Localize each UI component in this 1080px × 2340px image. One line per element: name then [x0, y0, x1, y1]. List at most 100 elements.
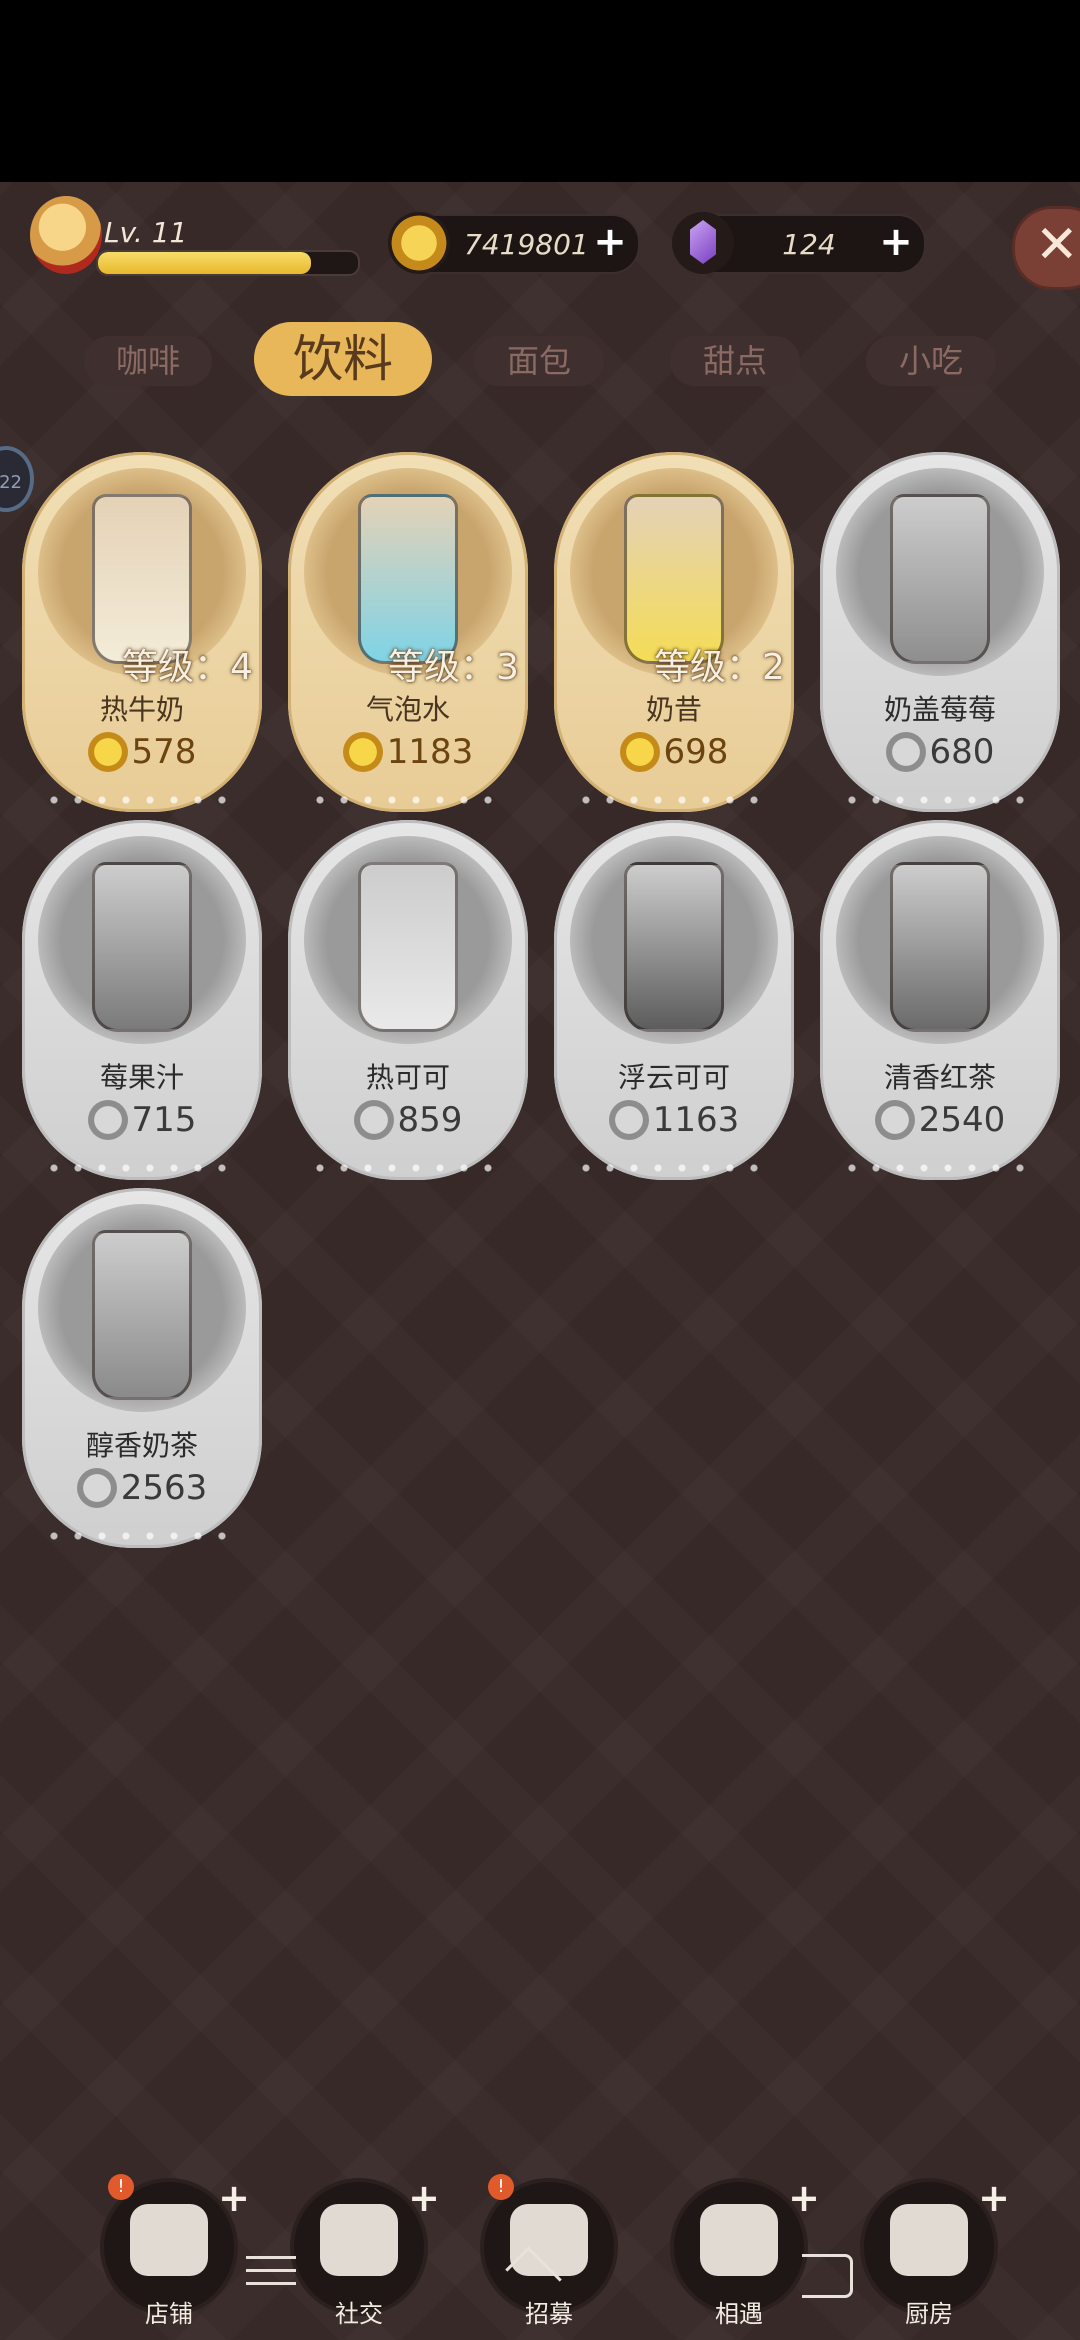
purple-gem-icon — [672, 212, 734, 274]
shop-icon — [130, 2204, 208, 2276]
item-price: 578 — [22, 732, 262, 772]
drink-card[interactable]: 莓果汁 715 — [22, 820, 262, 1180]
drink-icon — [92, 862, 192, 1032]
menu-line — [246, 2282, 296, 2285]
alert-badge: ! — [488, 2174, 514, 2200]
drink-art — [92, 862, 192, 1032]
menu-line — [246, 2256, 296, 2259]
item-level: 等级：3 — [388, 647, 519, 688]
drink-icon — [624, 862, 724, 1032]
nav-plus-icon: + — [788, 2176, 820, 2220]
cat-coin-icon — [608, 1100, 649, 1140]
tab-bread[interactable]: 面包 — [474, 336, 604, 386]
drink-art — [358, 862, 458, 1032]
item-level: 等级：2 — [654, 647, 785, 688]
item-price: 2540 — [820, 1100, 1060, 1140]
nav-label: 店铺 — [145, 2300, 193, 2328]
item-name: 奶盖莓莓 — [883, 693, 996, 726]
item-price: 1163 — [554, 1100, 794, 1140]
cooking-pot-icon — [890, 2204, 968, 2276]
price-value: 2563 — [120, 1468, 208, 1508]
cat-coin-icon — [87, 1100, 128, 1140]
nav-recruit[interactable]: ! 招募 — [480, 2174, 618, 2328]
item-price: 2563 — [22, 1468, 262, 1508]
drink-card[interactable]: 清香红茶 2540 — [820, 820, 1060, 1180]
cat-coin-icon — [353, 1100, 394, 1140]
tab-coffee[interactable]: 咖啡 — [84, 336, 212, 386]
item-price: 715 — [22, 1100, 262, 1140]
add-gems-button[interactable]: + — [876, 222, 916, 262]
coin-counter: 7419801 + — [388, 212, 640, 274]
item-name: 莓果汁 — [99, 1061, 184, 1094]
nav-plus-icon: + — [408, 2176, 440, 2220]
drink-icon — [358, 862, 458, 1032]
nav-shop[interactable]: ! + 店铺 — [100, 2174, 250, 2328]
price-value: 578 — [131, 732, 197, 772]
drink-card[interactable]: 热可可 859 — [288, 820, 528, 1180]
system-menu-button[interactable] — [246, 2256, 296, 2292]
nav-social[interactable]: + 社交 — [290, 2176, 440, 2328]
drink-card[interactable]: 醇香奶茶 2563 — [22, 1188, 262, 1548]
player-avatar[interactable] — [30, 196, 102, 274]
tab-snacks[interactable]: 小吃 — [866, 336, 996, 386]
drink-card[interactable]: 浮云可可 1163 — [554, 820, 794, 1180]
player-level: Lv. 11 — [104, 216, 188, 249]
price-value: 698 — [663, 732, 729, 772]
menu-line — [246, 2269, 296, 2272]
nav-label: 相遇 — [715, 2300, 763, 2328]
drink-card[interactable]: 等级：2 奶昔 698 — [554, 452, 794, 812]
nav-plus-icon: + — [218, 2176, 250, 2220]
close-icon: ✕ — [1035, 215, 1079, 275]
item-name: 清香红茶 — [883, 1061, 996, 1094]
nav-kitchen[interactable]: + 厨房 — [860, 2176, 1010, 2328]
price-value: 715 — [131, 1100, 197, 1140]
drink-card[interactable]: 等级：3 气泡水 1183 — [288, 452, 528, 812]
coin-value: 7419801 — [464, 228, 589, 261]
item-price: 680 — [820, 732, 1060, 772]
item-name: 浮云可可 — [617, 1061, 730, 1094]
drink-icon — [890, 494, 990, 664]
drink-card[interactable]: 奶盖莓莓 680 — [820, 452, 1060, 812]
tab-drinks[interactable]: 饮料 — [254, 322, 432, 396]
item-name: 热牛奶 — [99, 693, 184, 726]
nav-label: 社交 — [335, 2300, 383, 2328]
cat-coin-icon — [874, 1100, 915, 1140]
item-name: 醇香奶茶 — [85, 1429, 198, 1462]
item-price: 859 — [288, 1100, 528, 1140]
item-name: 热可可 — [365, 1061, 450, 1094]
handshake-icon — [700, 2204, 778, 2276]
close-button[interactable]: ✕ — [1012, 206, 1080, 290]
gem-value: 124 — [782, 228, 836, 261]
drink-icon — [92, 1230, 192, 1400]
alert-badge: ! — [108, 2174, 134, 2200]
item-price: 1183 — [288, 732, 528, 772]
cat-coin-icon — [388, 212, 450, 274]
drink-card[interactable]: 等级：4 热牛奶 578 — [22, 452, 262, 812]
price-value: 859 — [397, 1100, 463, 1140]
tab-dessert[interactable]: 甜点 — [670, 336, 800, 386]
cat-coin-icon — [885, 732, 926, 772]
item-level: 等级：4 — [122, 647, 253, 688]
nav-label: 招募 — [525, 2300, 573, 2328]
price-value: 2540 — [918, 1100, 1006, 1140]
price-value: 1183 — [386, 732, 474, 772]
item-name: 奶昔 — [645, 693, 702, 726]
system-back-button[interactable] — [802, 2254, 853, 2298]
nav-plus-icon: + — [978, 2176, 1010, 2220]
gem-counter: 124 + — [672, 212, 926, 274]
cat-coin-icon — [76, 1468, 117, 1508]
drink-icon — [890, 862, 990, 1032]
drink-art — [890, 494, 990, 664]
drink-art — [624, 862, 724, 1032]
coffee-cup-icon — [320, 2204, 398, 2276]
status-bar — [0, 0, 1080, 182]
drink-art — [92, 1230, 192, 1400]
price-value: 1163 — [652, 1100, 740, 1140]
xp-bar — [96, 250, 360, 276]
item-price: 698 — [554, 732, 794, 772]
nav-encounter[interactable]: + 相遇 — [670, 2176, 820, 2328]
cat-coin-icon — [87, 732, 128, 772]
price-value: 680 — [929, 732, 995, 772]
add-coins-button[interactable]: + — [590, 222, 630, 262]
drink-art — [890, 862, 990, 1032]
